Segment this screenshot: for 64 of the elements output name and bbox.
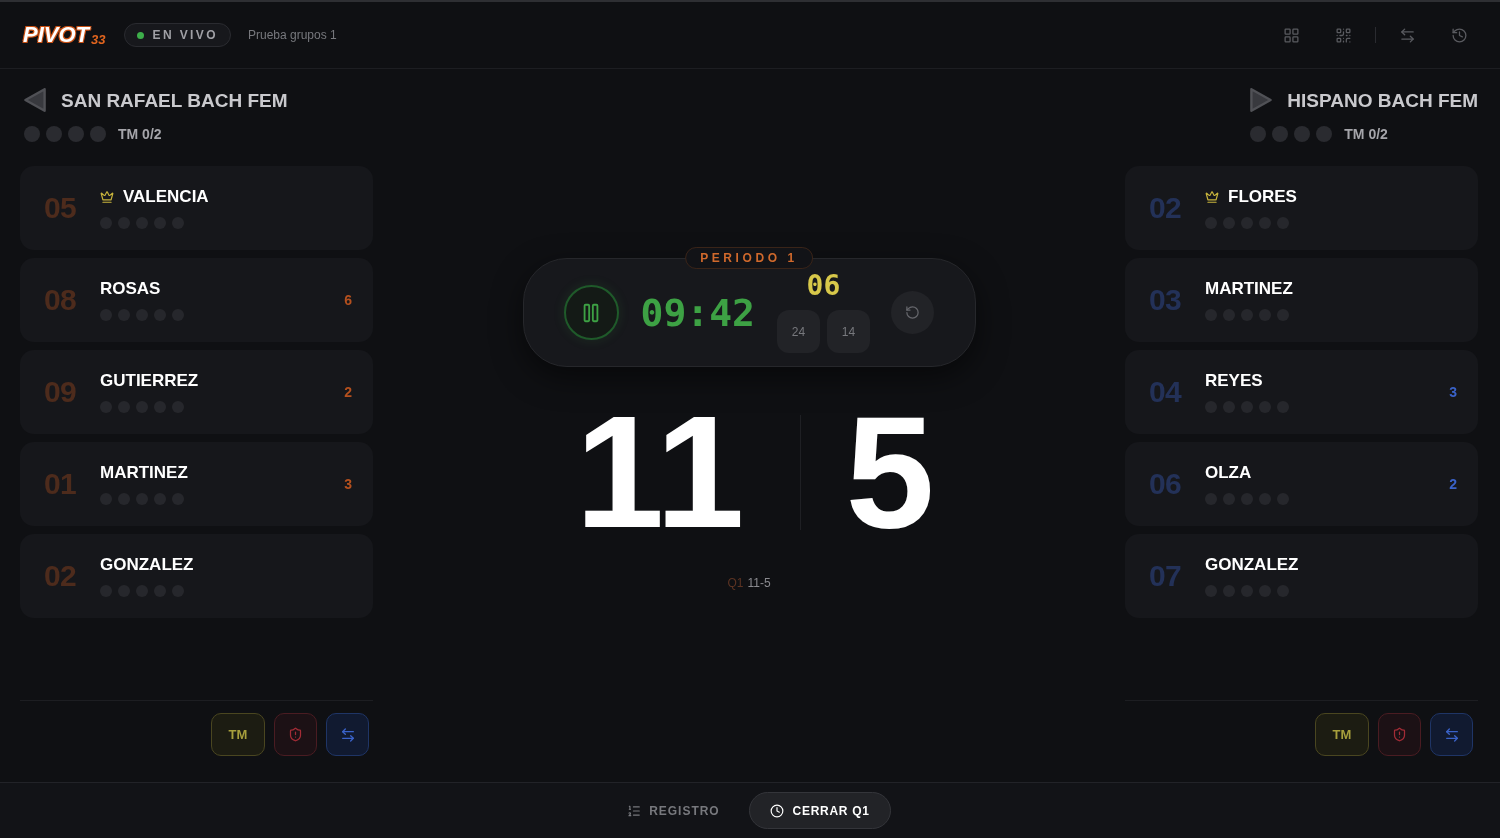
reset-icon [904,305,920,320]
team-name: HISPANO BACH FEM [1287,90,1478,110]
player-number: 07 [1149,561,1183,591]
team-name: SAN RAFAEL BACH FEM [61,90,288,110]
period-name: Q1 [727,575,744,591]
shield-exclamation-icon [288,727,303,742]
player-name: GUTIERREZ [100,371,199,391]
logo: PIVOT33 [23,24,106,46]
player-card[interactable]: 02 FLORES [1125,166,1478,250]
timeout-button[interactable]: TM [211,713,265,756]
foul-button[interactable] [1378,713,1421,756]
player-name: ROSAS [100,279,161,299]
player-card[interactable]: 06 OLZA 2 [1125,442,1478,526]
numbered-list-icon [627,803,642,818]
match-name: Prueba grupos 1 [247,27,337,44]
timeouts-label: TM 0/2 [1344,124,1388,144]
player-name: OLZA [1205,463,1252,483]
player-name: MARTINEZ [1205,279,1293,299]
player-points: 2 [344,382,352,402]
triangle-arrow-icon[interactable] [1250,88,1273,112]
timeouts-label: TM 0/2 [118,124,162,144]
triangle-arrow-icon[interactable] [24,88,46,112]
shot-clock-preset-button[interactable]: 24 [776,310,820,353]
player-name: GONZALEZ [100,555,194,575]
player-number: 04 [1149,377,1183,407]
log-button[interactable]: REGISTRO [627,801,720,820]
clock-icon [769,803,784,818]
player-number: 03 [1149,285,1183,315]
player-points: 3 [1449,382,1457,402]
player-points: 6 [344,290,352,310]
qr-code-icon [1334,26,1352,44]
player-points: 3 [344,474,352,494]
player-number: 06 [1149,469,1183,499]
shot-clock-preset-button[interactable]: 14 [826,310,870,353]
swap-arrows-icon [339,726,356,743]
game-clock: 09:42 [640,293,755,332]
period-score: 11-5 [747,575,771,591]
shot-clock: 06 [806,272,841,300]
shield-exclamation-icon [1392,727,1407,742]
substitution-button[interactable] [1430,713,1473,756]
player-number: 02 [1149,193,1183,223]
reset-button[interactable] [890,291,934,334]
player-card[interactable]: 03 MARTINEZ [1125,258,1478,342]
swap-arrows-icon [1398,26,1416,44]
pause-button[interactable] [563,285,619,340]
grid-icon [1282,26,1300,44]
player-points: 2 [1449,474,1457,494]
player-name: VALENCIA [123,187,209,207]
close-period-button[interactable]: CERRAR Q1 [748,792,891,829]
timeout-button[interactable]: TM [1315,713,1369,756]
swap-arrows-icon [1443,726,1460,743]
player-card[interactable]: 07 GONZALEZ [1125,534,1478,618]
player-card[interactable]: 04 REYES 3 [1125,350,1478,434]
player-name: MARTINEZ [100,463,188,483]
player-name: GONZALEZ [1205,555,1299,575]
period-label: PERIODO 1 [685,247,813,269]
player-name: REYES [1205,371,1263,391]
home-score: 11 [575,392,745,552]
foul-button[interactable] [274,713,317,756]
substitution-button[interactable] [326,713,369,756]
history-icon [1450,26,1468,44]
live-label: EN VIVO [152,27,218,44]
player-name: FLORES [1228,187,1297,207]
away-score: 5 [845,392,935,552]
